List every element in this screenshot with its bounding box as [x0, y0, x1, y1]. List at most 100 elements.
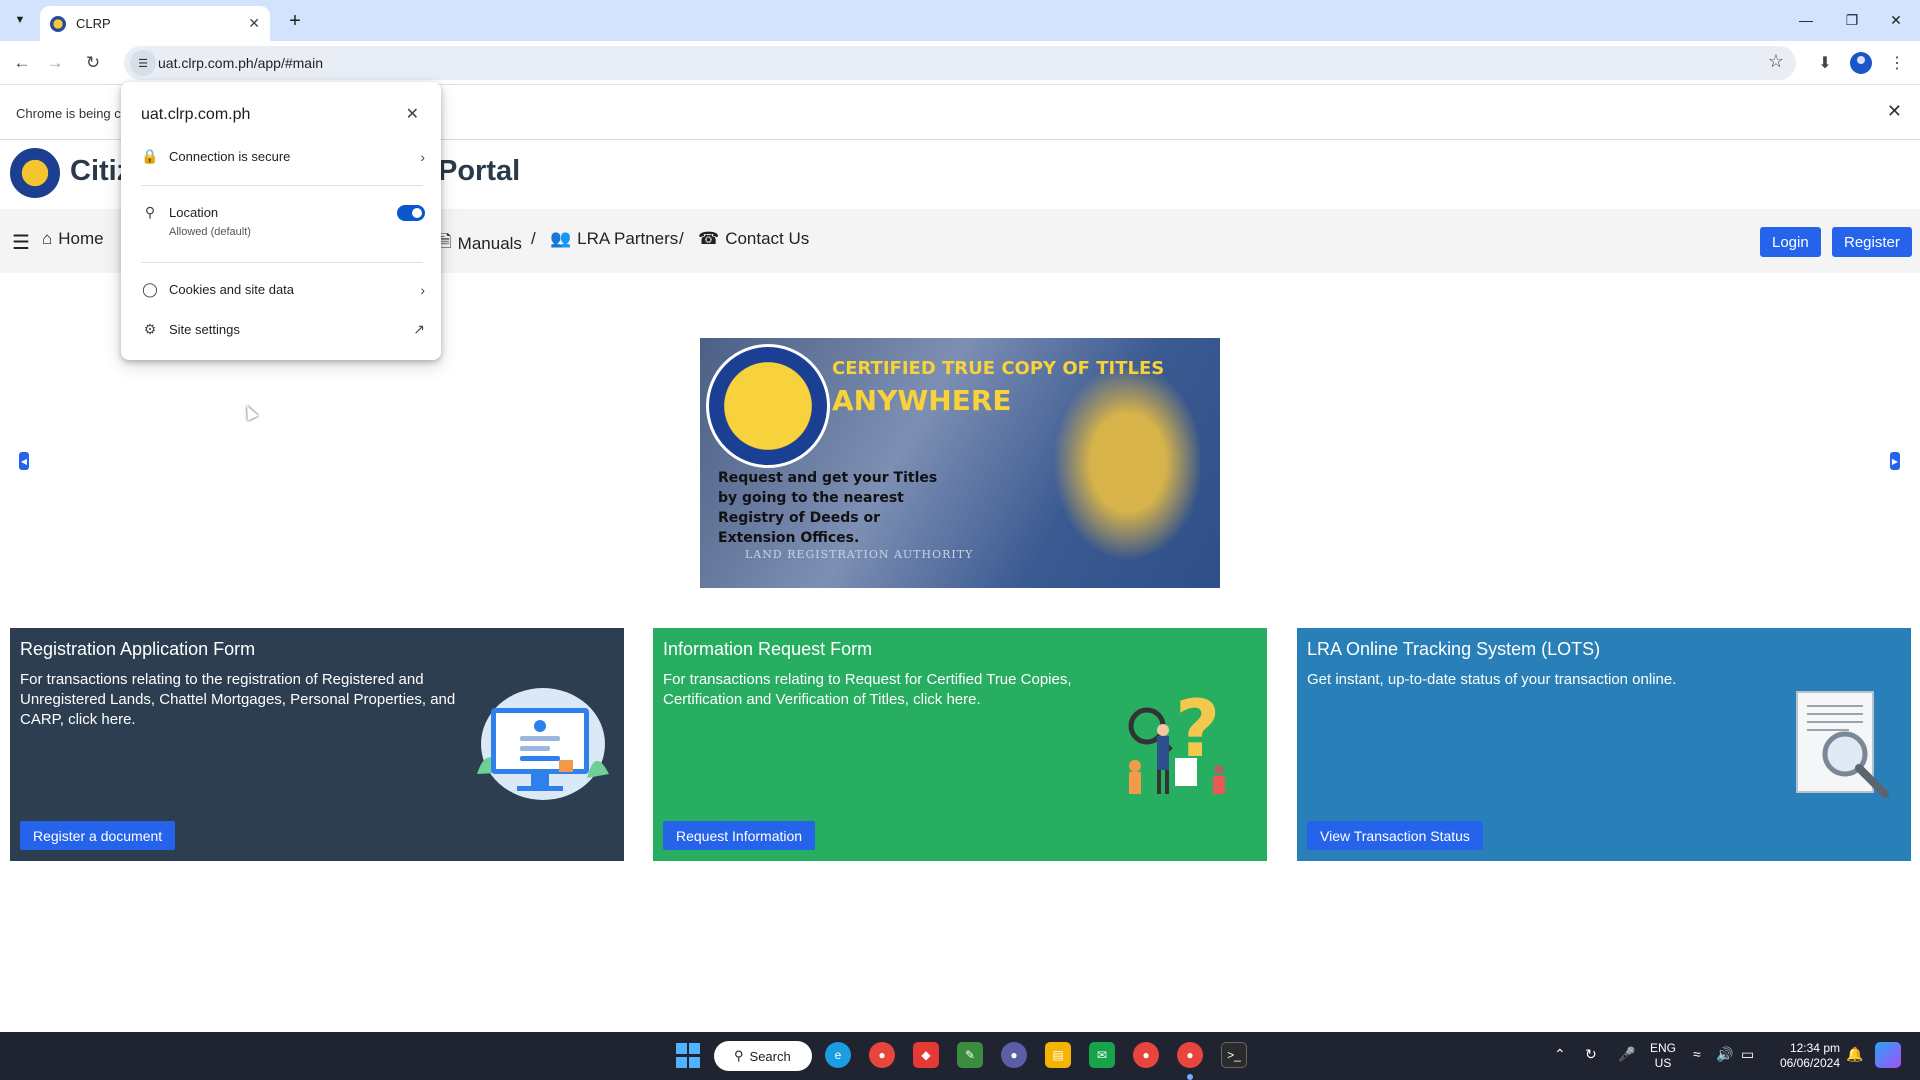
- address-bar[interactable]: ☰ uat.clrp.com.ph/app/#main ☆: [124, 46, 1796, 80]
- open-external-icon: ↗: [413, 321, 425, 337]
- popup-divider: [141, 262, 423, 263]
- nav-separator: /: [531, 229, 536, 248]
- infobar-close-icon[interactable]: ✕: [1887, 101, 1902, 122]
- search-icon: ⚲: [734, 1048, 744, 1063]
- infobar-text: Chrome is being c: [16, 106, 121, 121]
- notification-bell-icon[interactable]: 🔔: [1846, 1046, 1863, 1063]
- register-document-button[interactable]: Register a document: [20, 821, 176, 850]
- request-information-button[interactable]: Request Information: [663, 821, 816, 850]
- tab-title: CLRP: [76, 16, 111, 31]
- battery-icon[interactable]: ▭: [1741, 1046, 1754, 1063]
- carousel-banner: CERTIFIED TRUE COPY OF TITLES ANYWHERE R…: [700, 338, 1220, 588]
- browser-tab[interactable]: CLRP ✕: [40, 6, 270, 41]
- bookmark-star-icon[interactable]: ☆: [1768, 51, 1784, 72]
- reload-icon[interactable]: ↻: [78, 48, 108, 78]
- location-toggle[interactable]: [397, 204, 425, 221]
- lra-logo: [10, 148, 60, 198]
- cookies-row[interactable]: ◯ Cookies and site data ›: [141, 281, 425, 298]
- banner-body-text: Request and get your Titles by going to …: [718, 470, 938, 546]
- connection-secure-row[interactable]: 🔒 Connection is secure ›: [141, 148, 425, 165]
- language-indicator[interactable]: ENG US: [1648, 1041, 1678, 1071]
- lra-seal-graphic: [706, 344, 830, 468]
- lock-icon: 🔒: [141, 148, 159, 164]
- eclipse-icon[interactable]: ●: [1001, 1042, 1027, 1068]
- banner-headline: CERTIFIED TRUE COPY OF TITLES: [832, 358, 1165, 379]
- nav-partners-label: LRA Partners: [577, 229, 679, 248]
- window-close-icon[interactable]: ✕: [1876, 6, 1916, 34]
- card-title: Registration Application Form: [20, 639, 256, 659]
- browser-tabstrip: ▼ CLRP ✕ + — ❐ ✕: [0, 0, 1920, 41]
- gear-icon: ⚙: [143, 321, 157, 337]
- connection-label: Connection is secure: [169, 149, 291, 164]
- site-settings-label: Site settings: [169, 322, 240, 337]
- region-code: US: [1654, 1056, 1672, 1070]
- nav-contact-us[interactable]: ☎ Contact Us: [698, 229, 809, 249]
- back-arrow-icon[interactable]: ←: [7, 48, 37, 78]
- chrome-profile-icon[interactable]: ●: [1133, 1042, 1159, 1068]
- forward-arrow-icon[interactable]: →: [40, 48, 70, 78]
- site-settings-row[interactable]: ⚙ Site settings ↗: [141, 321, 425, 338]
- view-transaction-status-button[interactable]: View Transaction Status: [1307, 821, 1483, 850]
- carousel-prev-icon[interactable]: ◀: [19, 452, 29, 470]
- carousel-next-icon[interactable]: ▶: [1890, 452, 1900, 470]
- home-icon: ⌂: [42, 229, 53, 248]
- notepad-icon[interactable]: ✎: [957, 1042, 983, 1068]
- url-text[interactable]: uat.clrp.com.ph/app/#main: [158, 55, 323, 71]
- chat-icon[interactable]: ✉: [1089, 1042, 1115, 1068]
- file-explorer-icon[interactable]: ▤: [1045, 1042, 1071, 1068]
- registration-card: Registration Application Form For transa…: [10, 628, 624, 861]
- windows-start-icon[interactable]: [675, 1042, 701, 1068]
- microphone-icon[interactable]: 🎤: [1618, 1046, 1635, 1063]
- clock[interactable]: 12:34 pm 06/06/2024: [1770, 1041, 1840, 1071]
- windows-taskbar: ⚲ Search e ● ◆ ✎ ● ▤ ✉ ● ● >_ ⌃ ↻ 🎤 ENG …: [0, 1032, 1920, 1080]
- restore-icon[interactable]: ❐: [1832, 6, 1872, 34]
- taskbar-search[interactable]: ⚲ Search: [714, 1041, 812, 1071]
- clock-time: 12:34 pm: [1789, 1041, 1840, 1055]
- nav-lra-partners[interactable]: 👥 LRA Partners: [550, 229, 678, 249]
- nav-home[interactable]: ⌂ Home: [42, 229, 104, 249]
- terminal-icon[interactable]: >_: [1221, 1042, 1247, 1068]
- mouse-cursor: [241, 403, 259, 421]
- taskbar-search-label: Search: [749, 1048, 791, 1064]
- site-info-tune-icon[interactable]: ☰: [130, 50, 156, 76]
- nav-manuals-label: Manuals: [457, 233, 522, 253]
- nav-home-label: Home: [58, 229, 104, 248]
- chrome-icon[interactable]: ●: [869, 1042, 895, 1068]
- location-row: ⚲ Location: [141, 204, 425, 221]
- wifi-icon[interactable]: ≈: [1693, 1046, 1701, 1062]
- nav-contact-label: Contact Us: [725, 229, 810, 248]
- tab-search-chevron-icon[interactable]: ▼: [8, 8, 32, 32]
- popup-close-icon[interactable]: ✕: [406, 104, 419, 124]
- download-icon[interactable]: ⬇: [1811, 49, 1839, 77]
- register-button[interactable]: Register: [1832, 227, 1912, 257]
- nav-manuals[interactable]: 🗎 Manuals: [438, 229, 522, 258]
- site-info-popup: uat.clrp.com.ph ✕ 🔒 Connection is secure…: [121, 82, 441, 360]
- tab-close-icon[interactable]: ✕: [248, 15, 260, 32]
- profile-avatar[interactable]: [1847, 49, 1875, 77]
- chevron-right-icon: ›: [420, 281, 425, 298]
- login-button[interactable]: Login: [1760, 227, 1821, 257]
- language-code: ENG: [1649, 1041, 1676, 1055]
- popup-divider: [141, 185, 423, 186]
- hamburger-menu-icon[interactable]: ☰: [12, 230, 30, 255]
- new-tab-plus-icon[interactable]: +: [282, 8, 308, 34]
- sync-icon[interactable]: ↻: [1585, 1046, 1597, 1063]
- browser-toolbar: ← → ↻ ☰ uat.clrp.com.ph/app/#main ☆ ⬇ ⋮: [0, 41, 1920, 84]
- location-pin-icon: ⚲: [144, 204, 156, 220]
- computer-registration-illustration: [477, 688, 609, 800]
- more-menu-icon[interactable]: ⋮: [1883, 49, 1911, 77]
- card-description: Get instant, up-to-date status of your t…: [1307, 671, 1677, 688]
- question-people-illustration: ?: [1128, 686, 1225, 794]
- volume-icon[interactable]: 🔊: [1716, 1046, 1733, 1063]
- anydesk-icon[interactable]: ◆: [913, 1042, 939, 1068]
- banner-footer-text: LAND REGISTRATION AUTHORITY: [745, 548, 974, 561]
- phone-icon: ☎: [698, 229, 720, 248]
- site-favicon-icon: [50, 15, 66, 32]
- copilot-icon[interactable]: [1875, 1042, 1901, 1068]
- chrome-active-icon[interactable]: ●: [1177, 1042, 1203, 1068]
- edge-icon[interactable]: e: [825, 1042, 851, 1068]
- show-hidden-icons-chevron-icon[interactable]: ⌃: [1554, 1046, 1566, 1063]
- minimize-icon[interactable]: —: [1786, 6, 1826, 34]
- clock-date: 06/06/2024: [1779, 1056, 1840, 1070]
- banner-headline-anywhere: ANYWHERE: [832, 384, 1012, 417]
